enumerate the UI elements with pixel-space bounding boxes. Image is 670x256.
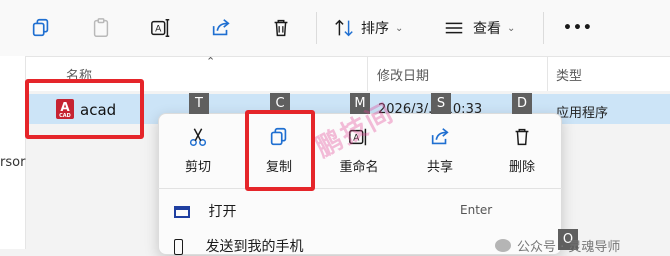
chevron-down-icon: ⌄ [507,22,516,34]
cut-label: 剪切 [184,160,211,175]
column-divider [367,57,368,91]
menu-divider [158,188,562,189]
list-view-icon [445,22,463,34]
paste-button[interactable] [90,12,112,44]
copy-path-button[interactable] [30,12,52,44]
delete-menu-button[interactable]: 删除 [492,126,552,175]
sort-caret-icon: ⌃ [206,55,216,68]
share-menu-button[interactable]: 共享 [410,126,470,175]
column-modified[interactable]: 修改日期 [377,65,429,84]
share-icon [212,19,230,36]
share-label: 共享 [426,160,453,175]
scissors-icon [189,128,207,146]
more-options-button[interactable]: ••• [563,12,593,44]
svg-text:A: A [155,24,162,35]
command-bar: A 排序 ⌄ 查看 ⌄ ••• [0,0,670,56]
rename-label: 重命名 [339,160,379,175]
view-button[interactable]: 查看 ⌄ [443,12,515,44]
sort-label: 排序 [361,21,389,37]
access-key-cut: T [189,93,209,114]
navigation-pane [0,56,26,249]
cut-button[interactable]: 剪切 [168,126,228,175]
column-type[interactable]: 类型 [556,65,582,84]
share-button[interactable] [210,12,232,44]
open-label: 打开 [208,204,237,220]
nav-item-partial[interactable]: rsor [0,155,25,170]
trash-icon [515,128,529,146]
wechat-watermark: 公众号 · 灵魂导师 [495,236,620,255]
highlight-copy-box [245,110,315,191]
view-label: 查看 [473,21,501,37]
wechat-label: 公众号 · 灵魂导师 [517,240,621,255]
menu-item-send-to-phone[interactable]: 发送到我的手机 [174,236,303,256]
sort-icon [335,19,353,37]
toolbar-divider [543,12,544,44]
rename-button[interactable]: A [150,12,172,44]
trash-icon [274,19,288,37]
delete-label: 删除 [508,160,535,175]
send-label: 发送到我的手机 [205,239,304,255]
highlight-file-box [25,79,144,139]
phone-icon [174,239,183,255]
chevron-down-icon: ⌄ [395,22,404,34]
sort-button[interactable]: 排序 ⌄ [333,12,403,44]
share-icon [431,128,449,145]
toolbar-divider [316,12,317,44]
menu-item-open[interactable]: 打开 [174,201,236,221]
delete-button[interactable] [270,12,292,44]
column-divider [547,57,548,91]
open-window-icon [174,206,190,218]
wechat-icon [495,239,511,252]
paste-icon [93,18,109,37]
rename-icon: A [151,19,170,37]
access-key-share: S [431,93,451,114]
copy-icon [32,18,49,37]
file-type: 应用程序 [556,106,609,121]
access-key-delete: D [512,93,532,114]
open-shortcut: Enter [460,203,493,217]
